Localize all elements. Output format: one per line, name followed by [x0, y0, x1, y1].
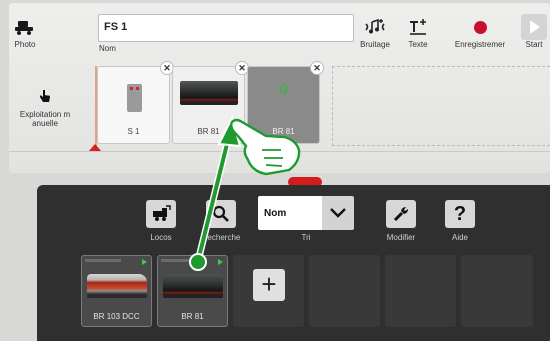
drag-arrow-icon — [189, 115, 242, 271]
drag-gesture-overlay — [189, 115, 301, 271]
pointing-hand-icon — [230, 118, 301, 176]
